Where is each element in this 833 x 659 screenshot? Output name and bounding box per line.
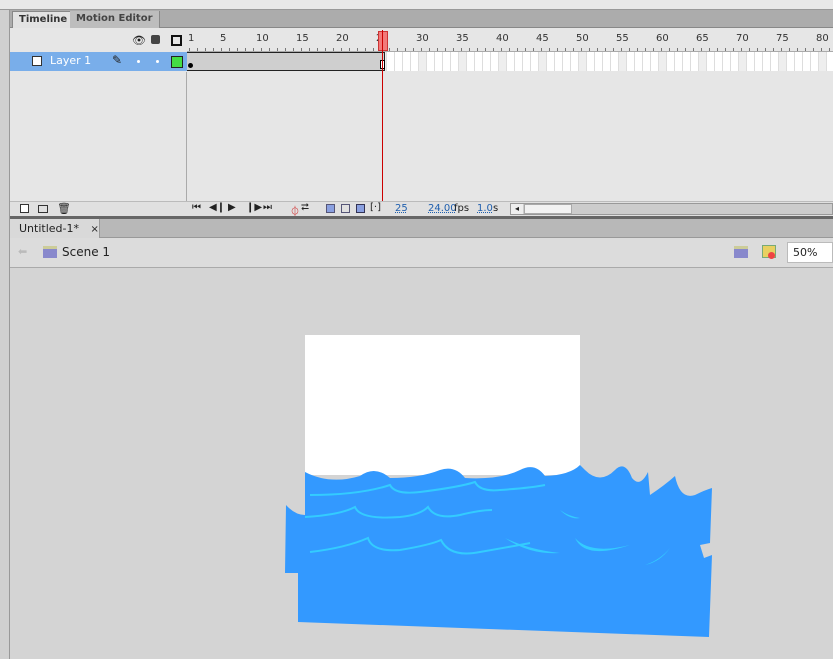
stage-canvas[interactable] (0, 0, 833, 659)
stage (305, 335, 580, 475)
